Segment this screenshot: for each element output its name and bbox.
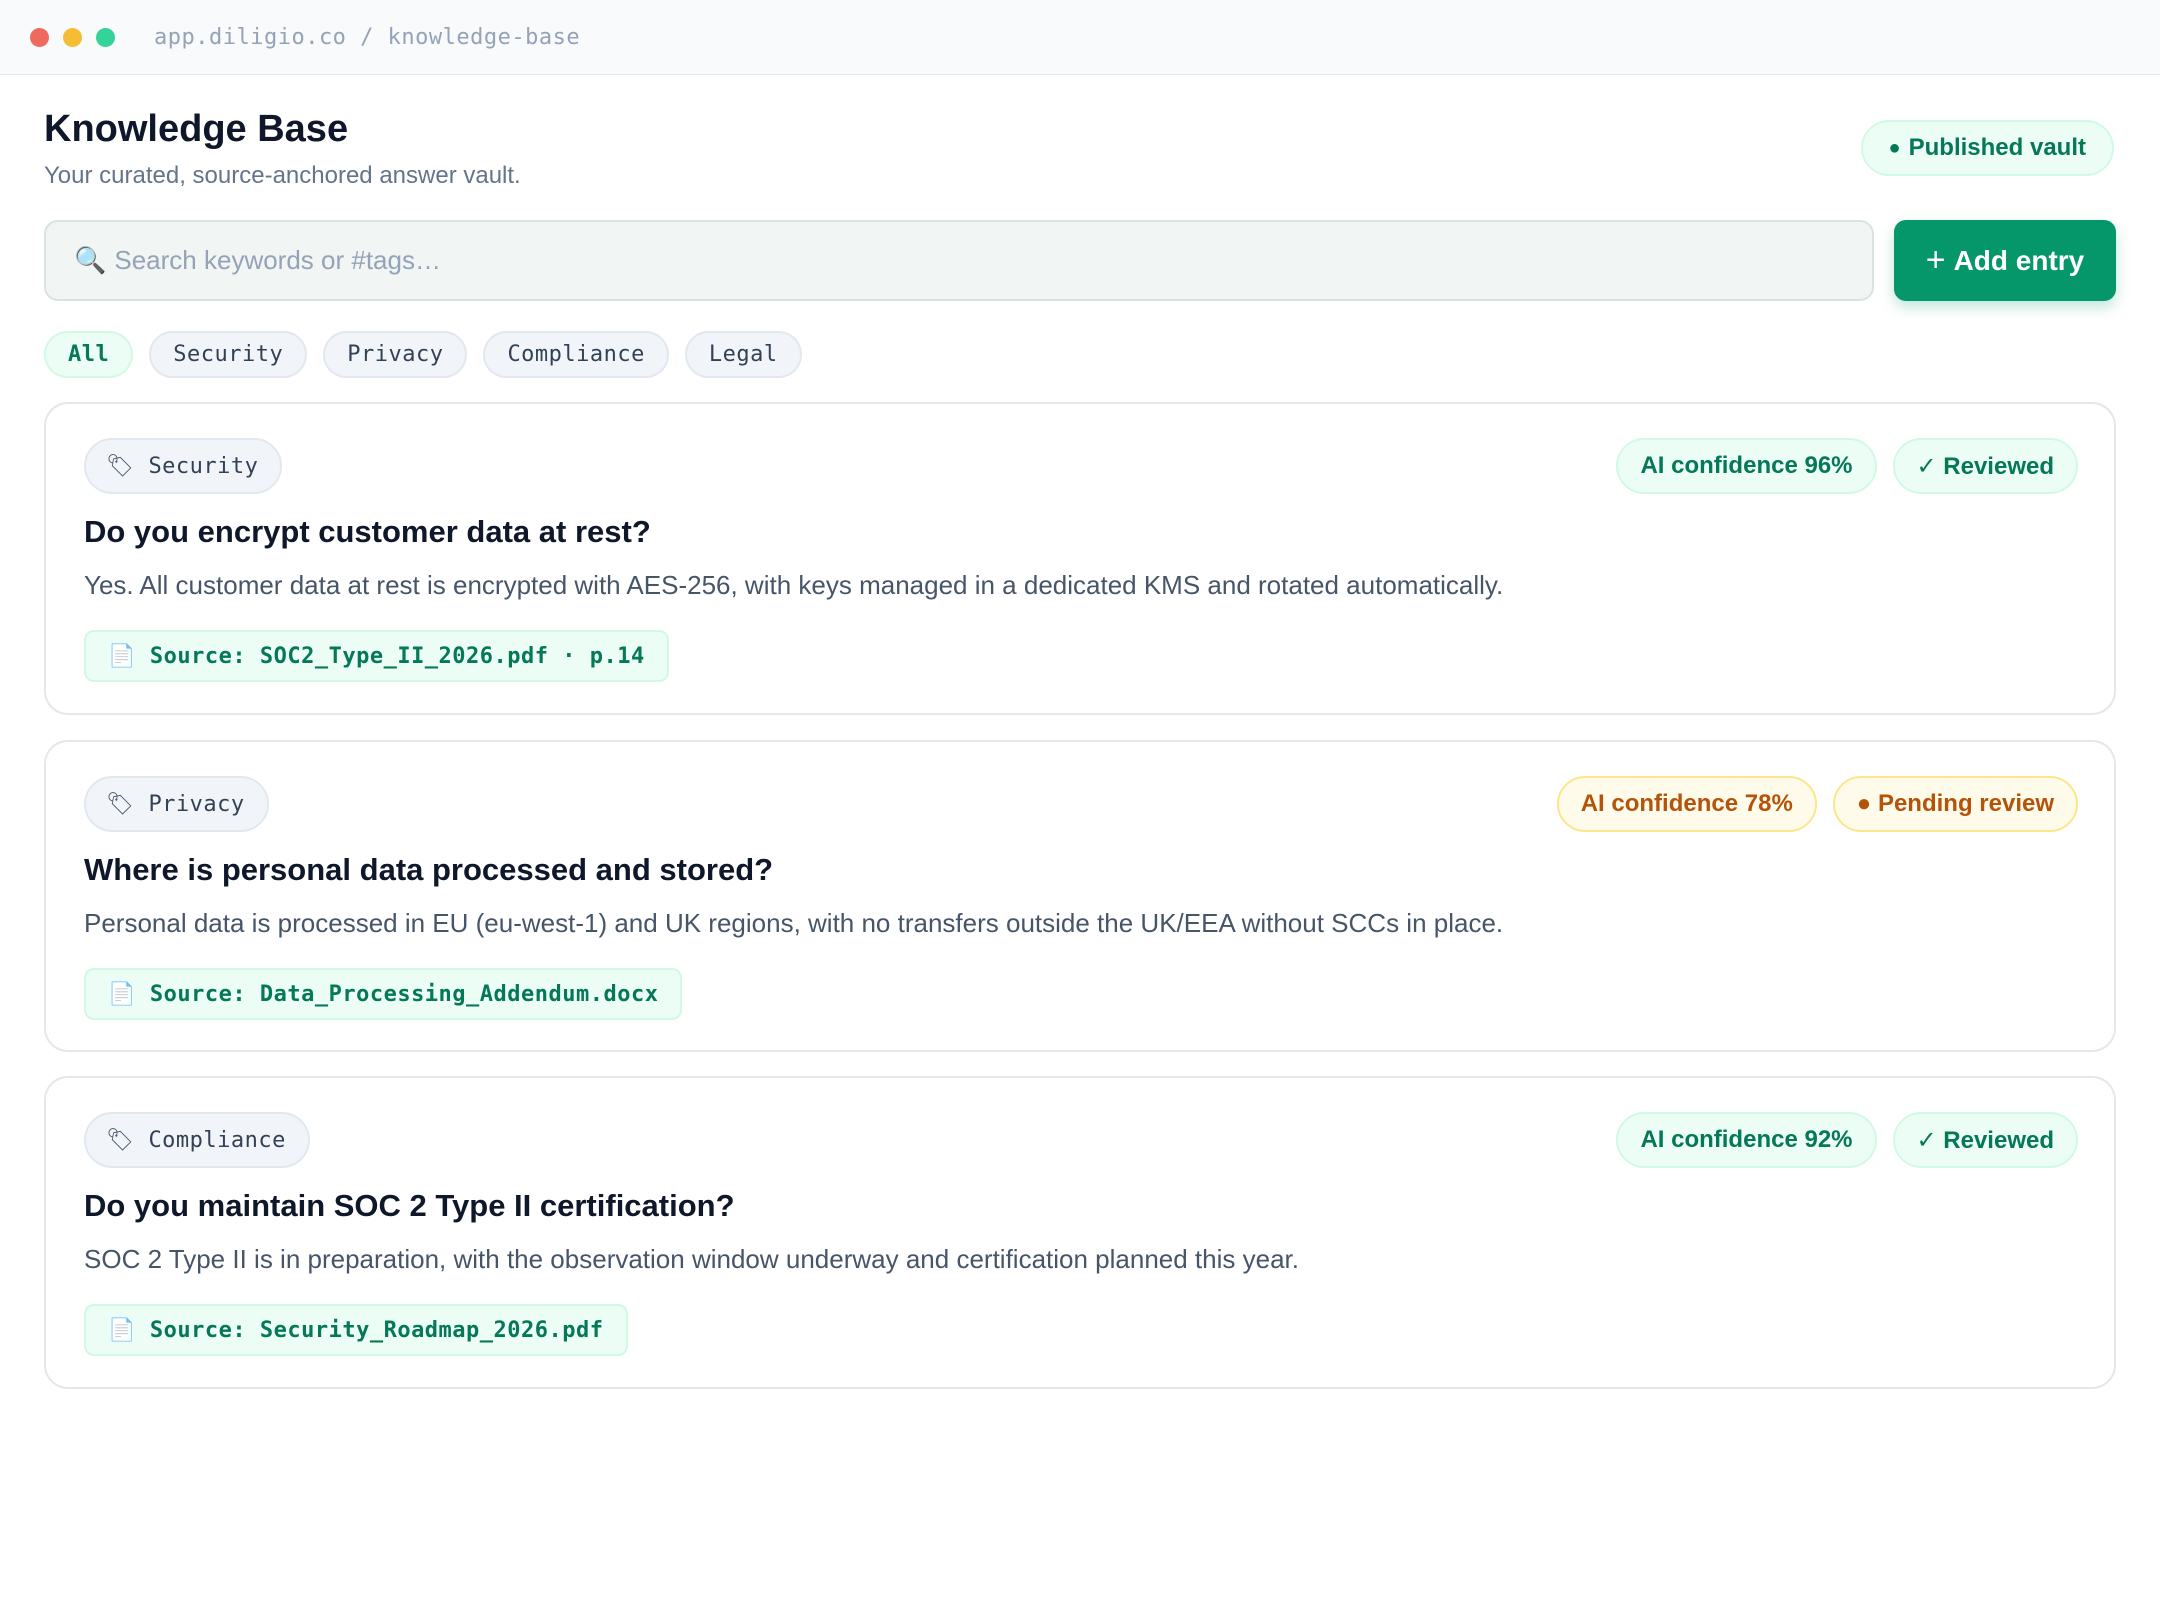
close-window-dot[interactable] [30,27,49,47]
vault-badge-label: Published vault [1908,134,2086,161]
search-input[interactable] [114,245,1715,276]
entry-tag-label: Privacy [148,791,245,817]
filter-chip-privacy[interactable]: Privacy [323,331,468,378]
review-status-badge: ✓ Reviewed [1892,1112,2078,1168]
search-icon: 🔍 [74,245,107,275]
entry-question: Do you encrypt customer data at rest? [84,514,651,549]
source-label: Source: Data_Processing_Addendum.docx [149,981,659,1007]
source-link[interactable]: 📄 Source: Data_Processing_Addendum.docx [84,968,683,1020]
entry-tag[interactable]: 🏷 Security [84,438,283,494]
minimize-window-dot[interactable] [63,27,82,47]
source-link[interactable]: 📄 Source: SOC2_Type_II_2026.pdf · p.14 [84,630,669,682]
document-icon: 📄 [108,981,136,1007]
tag-icon: 🏷 [106,1127,135,1153]
add-entry-button[interactable]: + Add entry [1894,220,2116,301]
source-label: Source: SOC2_Type_II_2026.pdf · p.14 [149,643,645,669]
entry-badges: AI confidence 78% ● Pending review [1556,776,2078,832]
source-link[interactable]: 📄 Source: Security_Roadmap_2026.pdf [84,1304,628,1356]
filter-chip-compliance[interactable]: Compliance [483,331,669,378]
plus-icon: + [1925,241,1946,279]
knowledge-entry-card[interactable]: 🏷 Security AI confidence 96% ✓ Reviewed … [44,402,2116,715]
search-bar[interactable]: 🔍 [44,220,1874,301]
knowledge-entry-card[interactable]: 🏷 Compliance AI confidence 92% ✓ Reviewe… [44,1076,2116,1389]
document-icon: 📄 [108,643,136,669]
add-entry-label: Add entry [1953,244,2085,276]
ai-confidence-badge: AI confidence 92% [1616,1112,1877,1168]
entry-question: Where is personal data processed and sto… [84,852,774,887]
address-bar[interactable]: app.diligio.co / knowledge-base [154,25,580,50]
source-label: Source: Security_Roadmap_2026.pdf [149,1317,604,1343]
status-dot-icon: ● [1888,136,1901,159]
entry-badges: AI confidence 96% ✓ Reviewed [1616,438,2078,494]
entry-answer: Personal data is processed in EU (eu-wes… [84,908,1504,938]
ai-confidence-badge: AI confidence 96% [1616,438,1877,494]
tag-icon: 🏷 [106,453,135,479]
filter-chip-security[interactable]: Security [149,331,308,378]
entry-answer: Yes. All customer data at rest is encryp… [84,570,1504,600]
page-subtitle: Your curated, source-anchored answer vau… [44,162,521,189]
entry-tag-label: Security [148,453,259,479]
tag-icon: 🏷 [106,791,135,817]
browser-chrome: app.diligio.co / knowledge-base [0,0,2160,75]
review-status-badge: ● Pending review [1832,776,2078,832]
maximize-window-dot[interactable] [96,27,115,47]
page-title: Knowledge Base [44,108,349,150]
published-vault-badge: ● Published vault [1860,120,2114,176]
entry-tag[interactable]: 🏷 Privacy [84,776,269,832]
entry-answer: SOC 2 Type II is in preparation, with th… [84,1244,1299,1274]
entry-tag[interactable]: 🏷 Compliance [84,1112,310,1168]
filter-chip-all[interactable]: All [44,331,134,378]
review-status-badge: ✓ Reviewed [1892,438,2078,494]
ai-confidence-badge: AI confidence 78% [1556,776,1817,832]
entry-badges: AI confidence 92% ✓ Reviewed [1616,1112,2078,1168]
filter-chip-legal[interactable]: Legal [684,331,802,378]
entry-question: Do you maintain SOC 2 Type II certificat… [84,1188,735,1223]
entry-tag-label: Compliance [148,1127,286,1153]
filter-chips: All Security Privacy Compliance Legal [44,331,802,378]
knowledge-entry-card[interactable]: 🏷 Privacy AI confidence 78% ● Pending re… [44,740,2116,1052]
document-icon: 📄 [108,1317,136,1343]
